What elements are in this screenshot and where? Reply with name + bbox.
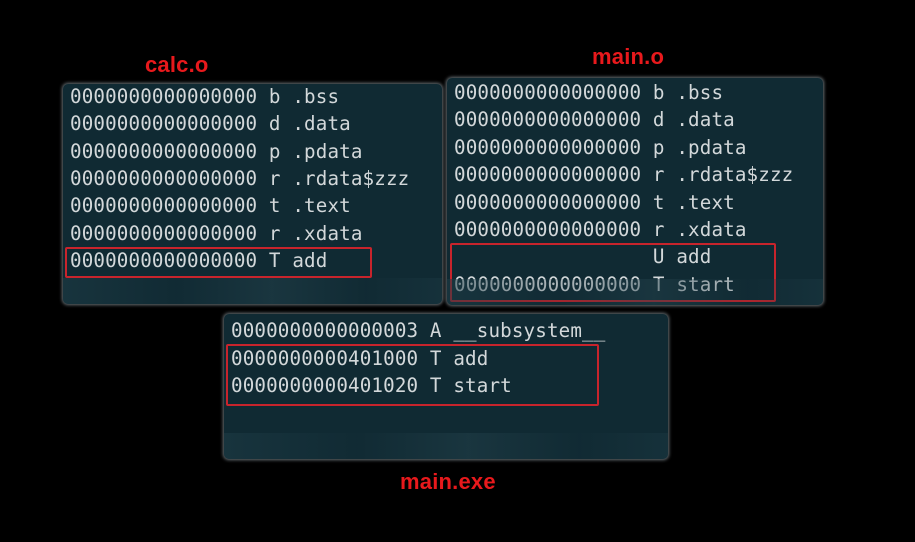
calc-o-add-highlight-box	[65, 247, 372, 278]
main-exe-symbol-panel: 0000000000000003 A __subsystem__ 0000000…	[224, 314, 668, 459]
calc-o-symbol-row-bss: 0000000000000000 b .bss	[70, 85, 340, 108]
calc-o-caption: calc.o	[145, 52, 209, 77]
main-o-symbol-row-text: 0000000000000000 t .text	[454, 191, 735, 214]
main-o-symbol-row-xdata: 0000000000000000 r .xdata	[454, 218, 747, 241]
calc-o-symbol-row-data: 0000000000000000 d .data	[70, 112, 351, 135]
calc-o-symbol-row-rdata: 0000000000000000 r .rdata$zzz	[70, 167, 410, 190]
main-exe-symbol-row-subsystem: 0000000000000003 A __subsystem__	[231, 319, 606, 342]
main-o-symbol-row-rdata: 0000000000000000 r .rdata$zzz	[454, 163, 794, 186]
main-o-symbol-row-bss: 0000000000000000 b .bss	[454, 81, 724, 104]
main-exe-add-start-highlight-box	[226, 344, 599, 406]
calc-o-symbol-row-text: 0000000000000000 t .text	[70, 194, 351, 217]
main-exe-caption: main.exe	[400, 469, 496, 494]
calc-o-symbol-panel: 0000000000000000 b .bss 0000000000000000…	[63, 84, 442, 304]
calc-o-symbol-row-xdata: 0000000000000000 r .xdata	[70, 222, 363, 245]
main-o-symbol-row-pdata: 0000000000000000 p .pdata	[454, 136, 747, 159]
main-o-symbol-row-data: 0000000000000000 d .data	[454, 108, 735, 131]
main-o-caption: main.o	[592, 44, 665, 69]
main-o-add-start-highlight-box	[450, 243, 776, 302]
calc-o-symbol-row-pdata: 0000000000000000 p .pdata	[70, 140, 363, 163]
main-o-symbol-panel: 0000000000000000 b .bss 0000000000000000…	[447, 78, 823, 305]
